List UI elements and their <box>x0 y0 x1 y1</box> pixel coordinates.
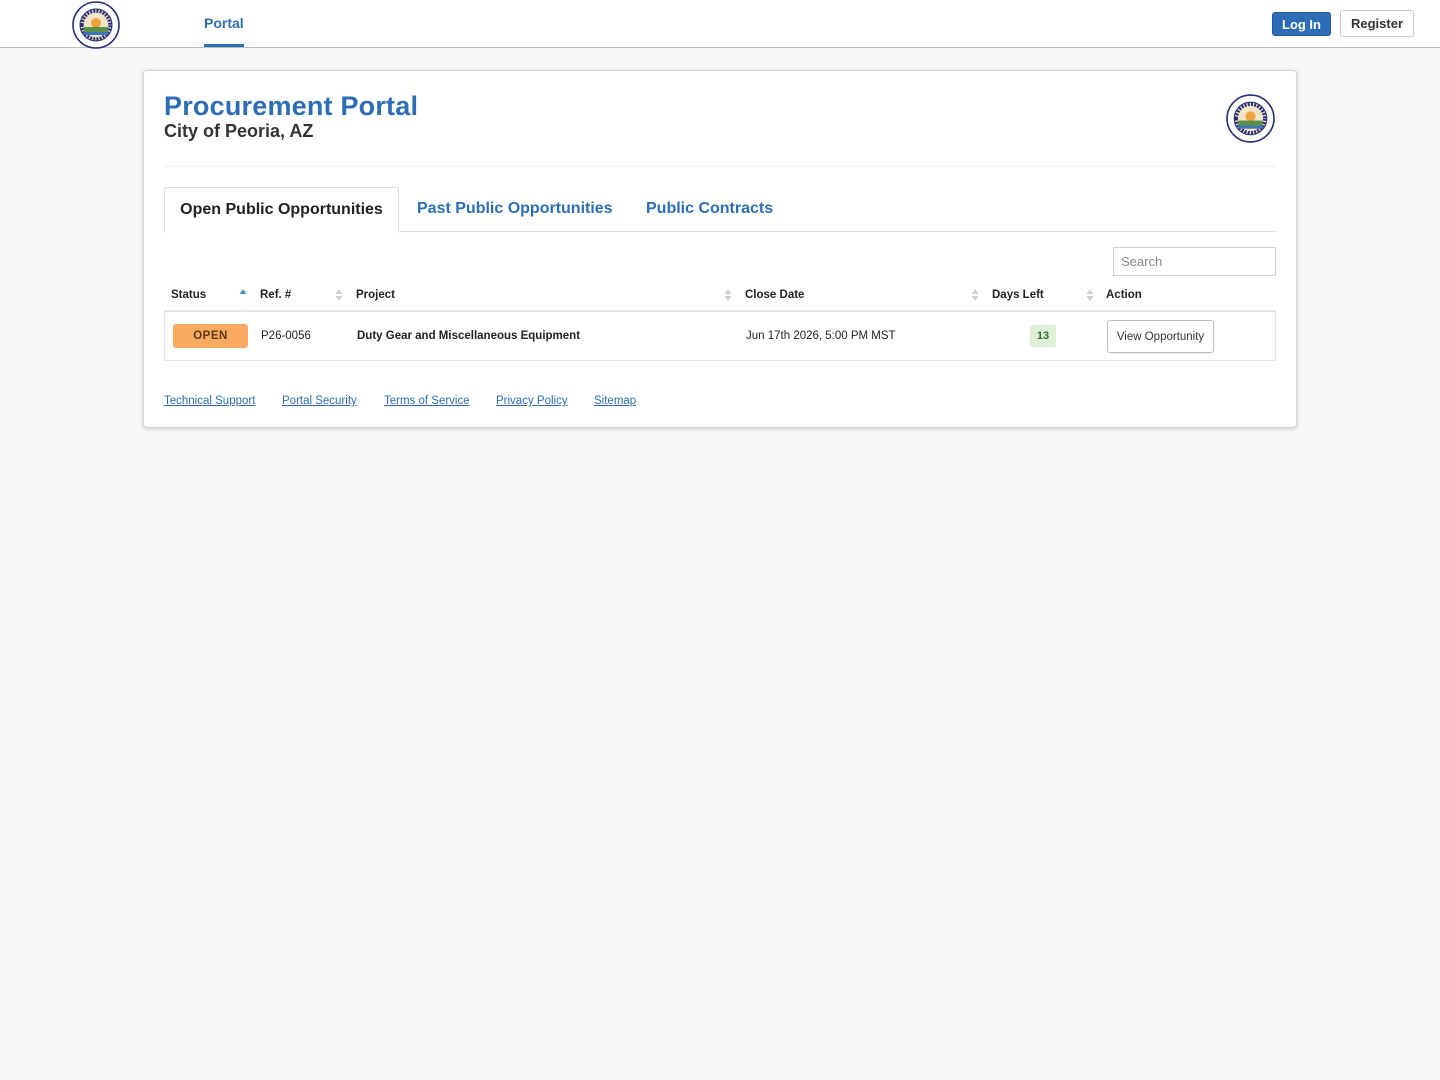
opportunity-tabs: Open Public Opportunities Past Public Op… <box>164 187 1276 233</box>
nav-active-indicator <box>204 44 244 47</box>
footer-link-sitemap[interactable]: Sitemap <box>594 395 636 407</box>
column-header-label: Close Date <box>745 289 805 301</box>
table-header: Status Ref. # Project Close Date Days Le… <box>164 281 1276 312</box>
column-header-days-left[interactable]: Days Left <box>992 281 1044 310</box>
footer-link-technical-support[interactable]: Technical Support <box>164 395 255 407</box>
tab-public-contracts[interactable]: Public Contracts <box>646 187 773 232</box>
footer-link-privacy-policy[interactable]: Privacy Policy <box>496 395 568 407</box>
page-title: Procurement Portal <box>164 91 419 121</box>
tab-past-public-opportunities[interactable]: Past Public Opportunities <box>417 187 613 232</box>
sort-both-icon[interactable] <box>724 288 732 302</box>
column-header-status[interactable]: Status <box>171 281 206 310</box>
project-name: Duty Gear and Miscellaneous Equipment <box>357 330 581 342</box>
column-header-action: Action <box>1106 281 1142 310</box>
status-badge: OPEN <box>173 324 248 348</box>
register-button[interactable]: Register <box>1340 10 1414 37</box>
footer-link-portal-security[interactable]: Portal Security <box>282 395 357 407</box>
login-button[interactable]: Log In <box>1272 12 1331 36</box>
ref-number: P26-0056 <box>261 330 311 342</box>
column-header-label: Status <box>171 289 207 301</box>
city-seal-icon <box>1226 94 1275 143</box>
column-header-label: Project <box>356 289 395 301</box>
nav-portal-link[interactable]: Portal <box>204 0 244 47</box>
close-date: Jun 17th 2026, 5:00 PM MST <box>746 330 896 342</box>
column-header-label: Days Left <box>992 289 1044 301</box>
column-header-label: Action <box>1106 289 1142 301</box>
sort-both-icon[interactable] <box>335 288 343 302</box>
procurement-card: Procurement Portal City of Peoria, AZ Op… <box>143 70 1297 428</box>
top-navigation-bar: Portal Log In Register <box>0 0 1440 49</box>
sort-both-icon[interactable] <box>971 288 979 302</box>
column-header-ref[interactable]: Ref. # <box>260 281 291 310</box>
page-subtitle: City of Peoria, AZ <box>164 121 314 141</box>
sort-ascending-icon[interactable] <box>239 288 247 302</box>
view-opportunity-button[interactable]: View Opportunity <box>1107 320 1214 353</box>
header-divider <box>164 166 1276 167</box>
days-left-badge: 13 <box>1030 325 1056 347</box>
column-header-label: Ref. # <box>260 289 292 301</box>
sort-both-icon[interactable] <box>1086 288 1094 302</box>
city-seal-icon[interactable] <box>72 1 120 49</box>
column-header-close-date[interactable]: Close Date <box>745 281 804 310</box>
tab-open-public-opportunities[interactable]: Open Public Opportunities <box>164 187 399 233</box>
footer-link-terms-of-service[interactable]: Terms of Service <box>384 395 470 407</box>
search-input[interactable] <box>1113 247 1276 276</box>
nav-portal-label: Portal <box>204 15 244 31</box>
column-header-project[interactable]: Project <box>356 281 395 310</box>
table-row: OPEN P26-0056 Duty Gear and Miscellaneou… <box>164 312 1276 361</box>
